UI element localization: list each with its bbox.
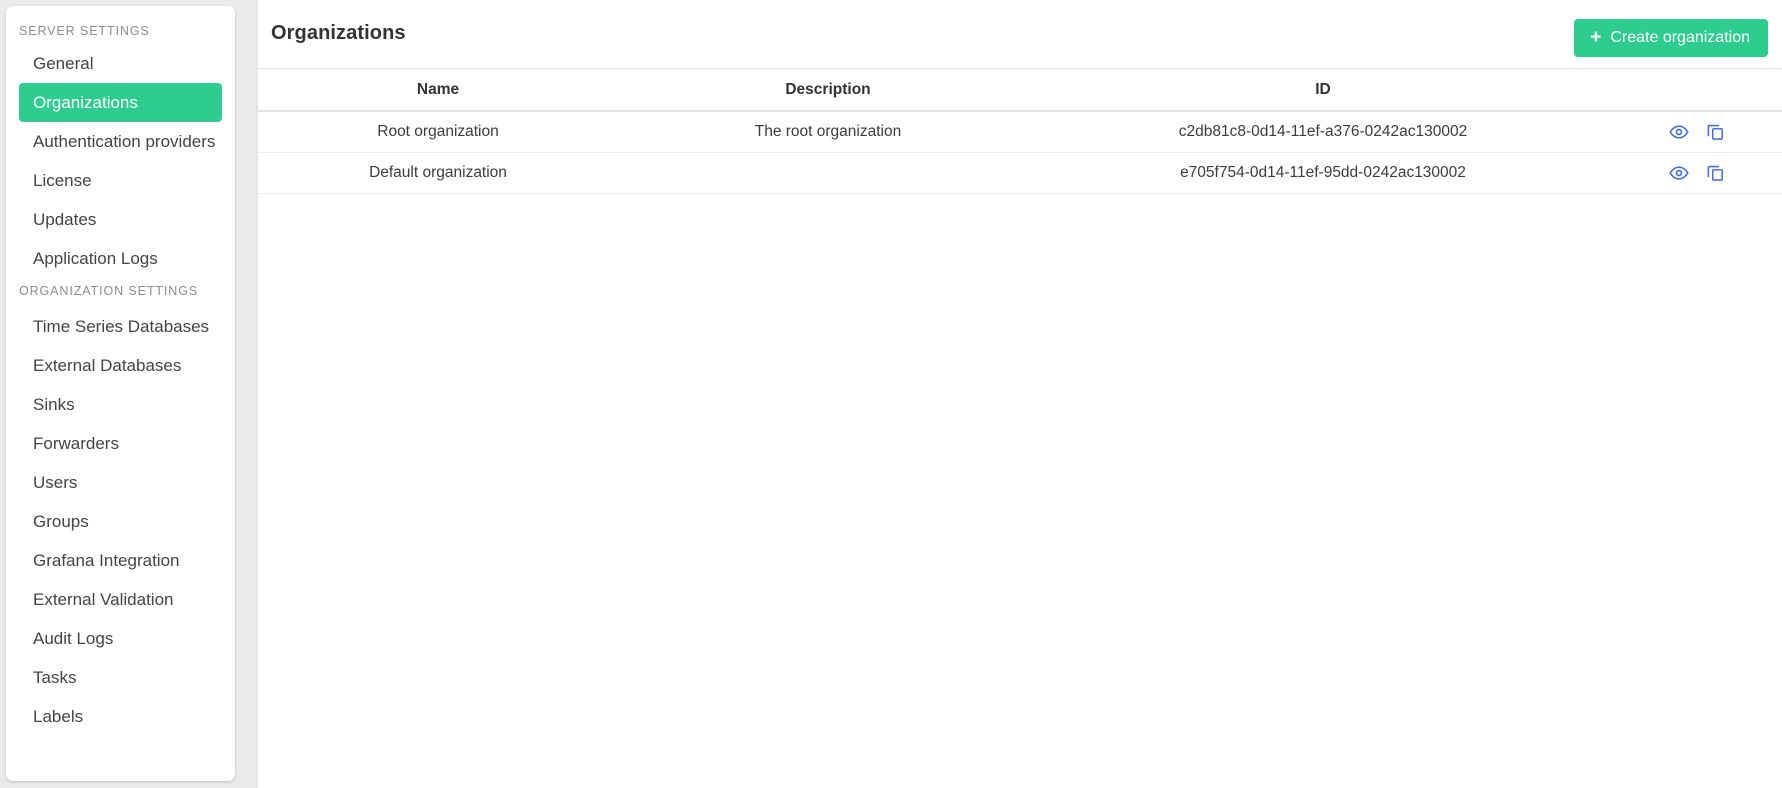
cell-description: The root organization	[618, 111, 1038, 153]
sidebar-item-label: Users	[33, 473, 78, 492]
sidebar-item-application-logs[interactable]: Application Logs	[19, 239, 222, 278]
cell-name: Root organization	[258, 111, 618, 153]
create-organization-label: Create organization	[1610, 29, 1750, 46]
sidebar-item-label: License	[33, 171, 92, 190]
panel-header: Organizations + Create organization	[258, 0, 1782, 69]
table-row[interactable]: Root organization The root organization …	[258, 111, 1782, 153]
column-header-description: Description	[618, 69, 1038, 112]
copy-icon[interactable]	[1701, 120, 1729, 144]
sidebar-item-organizations[interactable]: Organizations	[19, 83, 222, 122]
cell-id: c2db81c8-0d14-11ef-a376-0242ac130002	[1038, 111, 1608, 153]
table-header: Name Description ID	[258, 69, 1782, 112]
sidebar-item-label: Grafana Integration	[33, 551, 180, 570]
sidebar-item-grafana-integration[interactable]: Grafana Integration	[19, 541, 222, 580]
sidebar-item-label: Application Logs	[33, 249, 158, 268]
cell-actions	[1608, 152, 1782, 194]
table-body: Root organization The root organization …	[258, 111, 1782, 194]
sidebar-item-tasks[interactable]: Tasks	[19, 658, 222, 697]
cell-id: e705f754-0d14-11ef-95dd-0242ac130002	[1038, 152, 1608, 194]
sidebar-item-label: Updates	[33, 210, 97, 229]
sidebar-item-authentication-providers[interactable]: Authentication providers	[19, 122, 222, 161]
column-header-id: ID	[1038, 69, 1608, 112]
sidebar-section-organization-settings: ORGANIZATION SETTINGS Time Series Databa…	[6, 278, 235, 736]
sidebar-item-audit-logs[interactable]: Audit Logs	[19, 619, 222, 658]
sidebar-section-title-server-settings: SERVER SETTINGS	[19, 24, 150, 38]
sidebar-item-external-validation[interactable]: External Validation	[19, 580, 222, 619]
plus-icon: +	[1590, 26, 1602, 48]
sidebar-item-label: External Databases	[33, 356, 182, 375]
table-row[interactable]: Default organization e705f754-0d14-11ef-…	[258, 152, 1782, 194]
column-header-name: Name	[258, 69, 618, 112]
cell-description	[618, 152, 1038, 194]
page-title: Organizations	[271, 22, 406, 44]
settings-sidebar: SERVER SETTINGS General Organizations Au…	[6, 6, 235, 781]
create-organization-button[interactable]: + Create organization	[1574, 19, 1768, 57]
sidebar-item-groups[interactable]: Groups	[19, 502, 222, 541]
sidebar-item-label: Groups	[33, 512, 89, 531]
sidebar-item-sinks[interactable]: Sinks	[19, 385, 222, 424]
sidebar-item-label: Organizations	[33, 93, 138, 112]
sidebar-item-label: Labels	[33, 707, 84, 726]
organizations-table: Name Description ID Root organization Th…	[258, 69, 1782, 194]
sidebar-section-server-settings: SERVER SETTINGS General Organizations Au…	[6, 18, 235, 278]
cell-actions	[1608, 111, 1782, 153]
sidebar-item-label: Audit Logs	[33, 629, 114, 648]
sidebar-section-title-organization-settings: ORGANIZATION SETTINGS	[19, 284, 199, 298]
sidebar-item-label: General	[33, 54, 94, 73]
sidebar-item-users[interactable]: Users	[19, 463, 222, 502]
sidebar-item-forwarders[interactable]: Forwarders	[19, 424, 222, 463]
view-icon[interactable]	[1665, 161, 1693, 185]
sidebar-item-updates[interactable]: Updates	[19, 200, 222, 239]
sidebar-item-label: Time Series Databases	[33, 317, 210, 336]
sidebar-item-external-databases[interactable]: External Databases	[19, 346, 222, 385]
sidebar-item-time-series-databases[interactable]: Time Series Databases	[19, 307, 222, 346]
sidebar-item-general[interactable]: General	[19, 44, 222, 83]
sidebar-item-label: Sinks	[33, 395, 75, 414]
sidebar-item-labels[interactable]: Labels	[19, 697, 222, 736]
copy-icon[interactable]	[1701, 161, 1729, 185]
sidebar-item-label: Forwarders	[33, 434, 119, 453]
sidebar-item-label: Authentication providers	[33, 132, 216, 151]
cell-name: Default organization	[258, 152, 618, 194]
table-header-row: Name Description ID	[258, 69, 1782, 112]
view-icon[interactable]	[1665, 120, 1693, 144]
organizations-panel: Organizations + Create organization Name…	[258, 0, 1782, 788]
sidebar-item-license[interactable]: License	[19, 161, 222, 200]
app-root: SERVER SETTINGS General Organizations Au…	[0, 0, 1782, 788]
sidebar-item-label: Tasks	[33, 668, 77, 687]
sidebar-item-label: External Validation	[33, 590, 174, 609]
column-header-actions	[1608, 69, 1782, 112]
